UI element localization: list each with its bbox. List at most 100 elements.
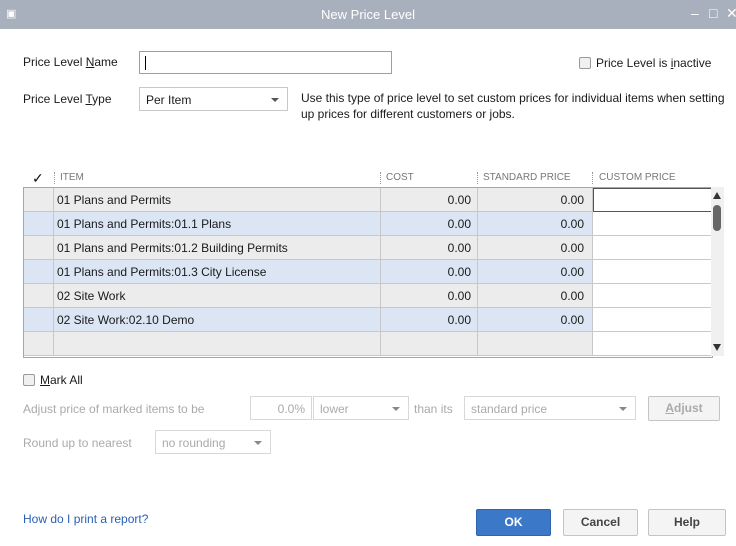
print-report-help-link[interactable]: How do I print a report?: [23, 512, 148, 526]
table-row[interactable]: 02 Site Work 0.00 0.00: [24, 284, 712, 308]
adjust-button[interactable]: Adjust: [648, 396, 720, 421]
column-separator: [477, 172, 478, 184]
label-text: ame: [94, 55, 118, 69]
column-header-custom-price[interactable]: CUSTOM PRICE: [599, 172, 676, 183]
custom-price-cell[interactable]: [593, 188, 712, 212]
mark-cell[interactable]: [24, 332, 54, 356]
custom-price-cell[interactable]: [593, 308, 712, 332]
standard-price-cell: 0.00: [478, 284, 593, 308]
item-cell: 02 Site Work: [54, 284, 381, 308]
cost-cell: 0.00: [381, 260, 478, 284]
table-scrollbar[interactable]: [711, 187, 724, 356]
label-text: Price Level: [23, 55, 86, 69]
mark-cell[interactable]: [24, 236, 54, 260]
label-text: ype: [92, 92, 112, 106]
label-text: nactive: [673, 56, 712, 70]
chevron-down-icon: [254, 441, 262, 445]
chevron-down-icon: [271, 98, 279, 102]
accelerator-key: M: [40, 373, 50, 387]
standard-price-cell: 0.00: [478, 236, 593, 260]
new-price-level-dialog: ▣ New Price Level – □ ✕ Price Level Name…: [0, 0, 736, 546]
column-header-item[interactable]: ITEM: [60, 172, 84, 183]
table-row[interactable]: [24, 332, 712, 356]
custom-price-cell[interactable]: [593, 332, 712, 356]
mark-all-label[interactable]: Mark All: [40, 373, 83, 387]
type-description: Use this type of price level to set cust…: [301, 91, 725, 121]
label-text: ark All: [50, 373, 83, 387]
title-bar: ▣ New Price Level – □ ✕: [0, 0, 736, 29]
adjust-percent-field[interactable]: 0.0%: [250, 396, 312, 420]
standard-price-cell: [478, 332, 593, 356]
price-level-name-input[interactable]: [139, 51, 392, 74]
direction-dropdown[interactable]: lower: [313, 396, 409, 420]
items-table: 01 Plans and Permits 0.00 0.00 01 Plans …: [23, 187, 713, 358]
custom-price-cell[interactable]: [593, 260, 712, 284]
cost-cell: 0.00: [381, 212, 478, 236]
item-cell: 01 Plans and Permits:01.1 Plans: [54, 212, 381, 236]
table-row[interactable]: 01 Plans and Permits:01.1 Plans 0.00 0.0…: [24, 212, 712, 236]
close-icon[interactable]: ✕: [726, 5, 736, 22]
adjust-label: Adjust price of marked items to be: [23, 402, 205, 416]
standard-price-cell: 0.00: [478, 260, 593, 284]
cost-cell: [381, 332, 478, 356]
item-cell: 02 Site Work:02.10 Demo: [54, 308, 381, 332]
label-text: Price Level is: [596, 56, 671, 70]
table-row[interactable]: 02 Site Work:02.10 Demo 0.00 0.00: [24, 308, 712, 332]
item-cell: 01 Plans and Permits: [54, 188, 381, 212]
cost-cell: 0.00: [381, 308, 478, 332]
mark-cell[interactable]: [24, 284, 54, 308]
table-row[interactable]: 01 Plans and Permits:01.3 City License 0…: [24, 260, 712, 284]
custom-price-cell[interactable]: [593, 212, 712, 236]
table-row[interactable]: 01 Plans and Permits 0.00 0.00: [24, 188, 712, 213]
checkmark-icon[interactable]: ✓: [32, 170, 44, 187]
column-separator: [54, 172, 55, 184]
table-header: ✓ ITEM COST STANDARD PRICE CUSTOM PRICE: [23, 170, 723, 186]
cost-cell: 0.00: [381, 284, 478, 308]
label-text: Price Level: [23, 92, 86, 106]
scroll-thumb[interactable]: [713, 205, 721, 231]
button-label: djust: [674, 401, 703, 415]
cost-cell: 0.00: [381, 236, 478, 260]
item-cell: 01 Plans and Permits:01.2 Building Permi…: [54, 236, 381, 260]
cost-cell: 0.00: [381, 188, 478, 212]
dropdown-value: no rounding: [162, 436, 226, 450]
window-title: New Price Level: [321, 7, 415, 22]
custom-price-cell[interactable]: [593, 236, 712, 260]
table-row[interactable]: 01 Plans and Permits:01.2 Building Permi…: [24, 236, 712, 260]
maximize-icon[interactable]: □: [709, 5, 717, 21]
price-basis-dropdown[interactable]: standard price: [464, 396, 636, 420]
than-its-label: than its: [414, 402, 453, 416]
round-up-label: Round up to nearest: [23, 436, 132, 450]
dropdown-value: lower: [320, 402, 349, 416]
price-level-type-label: Price Level Type: [23, 92, 112, 106]
help-button[interactable]: Help: [648, 509, 726, 536]
item-cell: [54, 332, 381, 356]
minimize-icon[interactable]: –: [691, 5, 699, 21]
inactive-checkbox[interactable]: [579, 57, 591, 69]
mark-cell[interactable]: [24, 260, 54, 284]
standard-price-cell: 0.00: [478, 188, 593, 212]
standard-price-cell: 0.00: [478, 308, 593, 332]
mark-cell[interactable]: [24, 308, 54, 332]
dropdown-value: standard price: [471, 402, 548, 416]
custom-price-cell[interactable]: [593, 284, 712, 308]
rounding-dropdown[interactable]: no rounding: [155, 430, 271, 454]
mark-all-checkbox[interactable]: [23, 374, 35, 386]
item-cell: 01 Plans and Permits:01.3 City License: [54, 260, 381, 284]
mark-cell[interactable]: [24, 188, 54, 212]
scroll-up-icon[interactable]: [713, 192, 721, 199]
dropdown-value: Per Item: [146, 93, 192, 107]
inactive-label[interactable]: Price Level is inactive: [596, 56, 711, 70]
scroll-down-icon[interactable]: [713, 344, 721, 351]
column-header-cost[interactable]: COST: [386, 172, 414, 183]
ok-button[interactable]: OK: [476, 509, 551, 536]
price-level-name-label: Price Level Name: [23, 55, 118, 69]
column-separator: [592, 172, 593, 184]
mark-cell[interactable]: [24, 212, 54, 236]
chevron-down-icon: [392, 407, 400, 411]
price-level-type-dropdown[interactable]: Per Item: [139, 87, 288, 111]
column-header-standard-price[interactable]: STANDARD PRICE: [483, 172, 571, 183]
accelerator-key: A: [665, 401, 674, 415]
standard-price-cell: 0.00: [478, 212, 593, 236]
cancel-button[interactable]: Cancel: [563, 509, 638, 536]
